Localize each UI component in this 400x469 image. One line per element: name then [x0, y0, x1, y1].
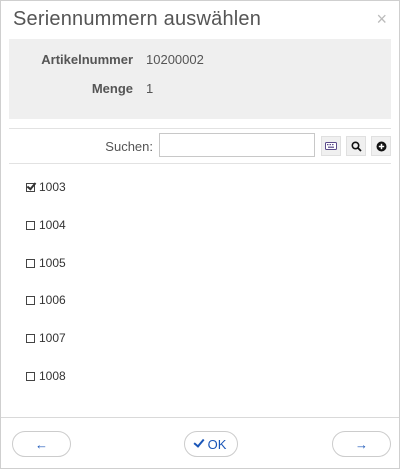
- search-input[interactable]: [159, 133, 315, 157]
- checkbox-icon[interactable]: [26, 295, 35, 305]
- checkbox-icon[interactable]: [26, 371, 35, 381]
- serial-number-label: 1008: [39, 369, 66, 383]
- serial-number-label: 1005: [39, 256, 66, 270]
- add-button[interactable]: [371, 136, 391, 156]
- quantity-label: Menge: [91, 81, 133, 96]
- quantity-value: 1: [146, 81, 154, 96]
- search-icon: [350, 140, 362, 152]
- article-number-value: 10200002: [146, 52, 204, 67]
- ok-button[interactable]: OK: [184, 431, 238, 457]
- search-button[interactable]: [346, 136, 366, 156]
- add-circle-icon: [376, 141, 386, 151]
- divider: [9, 163, 391, 164]
- arrow-left-icon: ←: [35, 436, 48, 452]
- serial-number-item[interactable]: 1003: [26, 178, 66, 196]
- search-label: Suchen:: [105, 139, 153, 154]
- checkbox-icon[interactable]: [26, 258, 35, 268]
- article-number-label: Artikelnummer: [41, 52, 133, 67]
- serial-number-label: 1003: [39, 180, 66, 194]
- serial-number-label: 1006: [39, 293, 66, 307]
- keyboard-icon: [325, 142, 337, 150]
- serial-number-item[interactable]: 1004: [26, 216, 66, 234]
- next-button[interactable]: →: [332, 431, 391, 457]
- back-button[interactable]: ←: [12, 431, 71, 457]
- ok-button-label: OK: [207, 436, 227, 452]
- keyboard-button[interactable]: [321, 136, 341, 156]
- serial-number-label: 1007: [39, 331, 66, 345]
- checkbox-icon[interactable]: [26, 220, 35, 230]
- serial-number-dialog: Seriennummern auswählen × Artikelnummer …: [0, 0, 400, 469]
- dialog-title: Seriennummern auswählen: [13, 8, 262, 30]
- serial-number-item[interactable]: 1008: [26, 367, 66, 385]
- serial-number-item[interactable]: 1005: [26, 254, 66, 272]
- footer-divider: [1, 417, 399, 418]
- serial-number-item[interactable]: 1006: [26, 291, 66, 309]
- checked-checkbox-icon[interactable]: [26, 182, 35, 192]
- serial-number-label: 1004: [39, 218, 66, 232]
- check-icon: [193, 436, 205, 448]
- article-info-panel: Artikelnummer 10200002 Menge 1: [9, 39, 391, 119]
- divider: [9, 128, 391, 129]
- arrow-right-icon: →: [355, 436, 368, 452]
- serial-number-item[interactable]: 1007: [26, 329, 66, 347]
- close-icon[interactable]: ×: [376, 9, 387, 29]
- checkbox-icon[interactable]: [26, 333, 35, 343]
